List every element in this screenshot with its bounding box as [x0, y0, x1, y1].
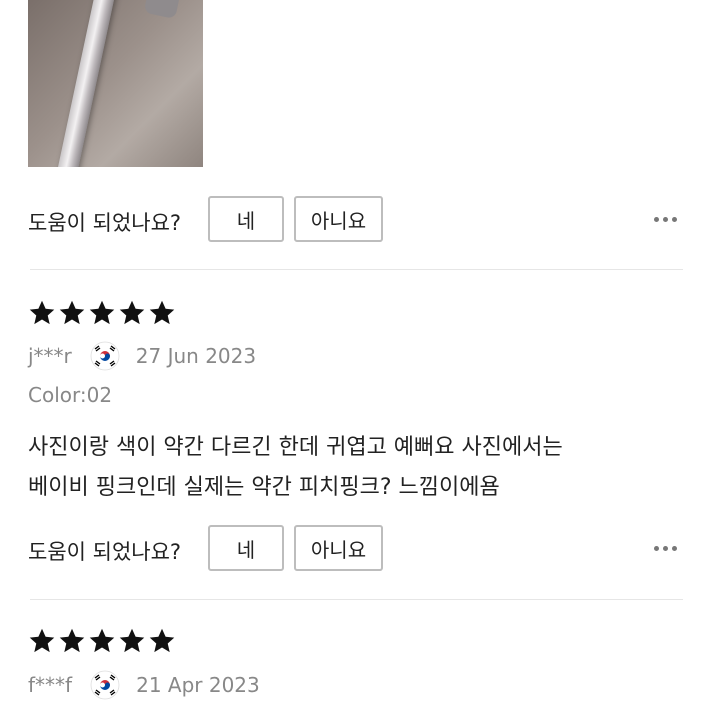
star-rating — [28, 627, 176, 655]
review-date: 27 Jun 2023 — [135, 344, 257, 368]
review-text-line: 사진이랑 색이 약간 다르긴 한데 귀엽고 예뻐요 사진에서는 — [28, 435, 563, 460]
south-korea-flag-icon — [90, 670, 120, 700]
review-meta: f***f 21 Apr 2023 — [28, 670, 260, 700]
helpful-no-button[interactable]: 아니요 — [294, 525, 383, 571]
variant-color: Color:02 — [28, 383, 113, 407]
review-photo[interactable] — [28, 0, 203, 167]
helpful-question: 도움이 되었나요? — [28, 540, 182, 564]
star-icon — [118, 627, 146, 655]
reviewer-name: f***f — [28, 673, 73, 697]
helpful-row: 도움이 되었나요? 네 아니요 — [28, 525, 683, 571]
helpful-question: 도움이 되었나요? — [28, 211, 182, 235]
review-text-line: 베이비 핑크인데 실제는 약간 피치핑크? 느낌이에욤 — [28, 475, 500, 500]
divider — [30, 269, 683, 270]
helpful-row: 도움이 되었나요? 네 아니요 — [28, 196, 683, 242]
star-icon — [118, 299, 146, 327]
star-icon — [88, 627, 116, 655]
helpful-yes-button[interactable]: 네 — [208, 525, 284, 571]
star-icon — [28, 299, 56, 327]
divider — [30, 599, 683, 600]
more-options-icon[interactable] — [654, 546, 677, 551]
star-icon — [58, 299, 86, 327]
review-date: 21 Apr 2023 — [136, 673, 260, 697]
reviewer-name: j***r — [28, 344, 72, 368]
star-icon — [148, 299, 176, 327]
star-icon — [58, 627, 86, 655]
helpful-yes-button[interactable]: 네 — [208, 196, 284, 242]
south-korea-flag-icon — [90, 341, 120, 371]
star-rating — [28, 299, 176, 327]
review-text: 사진이랑 색이 약간 다르긴 한데 귀엽고 예뻐요 사진에서는 베이비 핑크인데… — [28, 428, 688, 508]
star-icon — [28, 627, 56, 655]
pen-tip-image — [143, 0, 181, 20]
pen-image — [54, 0, 118, 167]
helpful-no-button[interactable]: 아니요 — [294, 196, 383, 242]
review-meta: j***r 27 Jun 2023 — [28, 341, 257, 371]
more-options-icon[interactable] — [654, 217, 677, 222]
star-icon — [88, 299, 116, 327]
star-icon — [148, 627, 176, 655]
